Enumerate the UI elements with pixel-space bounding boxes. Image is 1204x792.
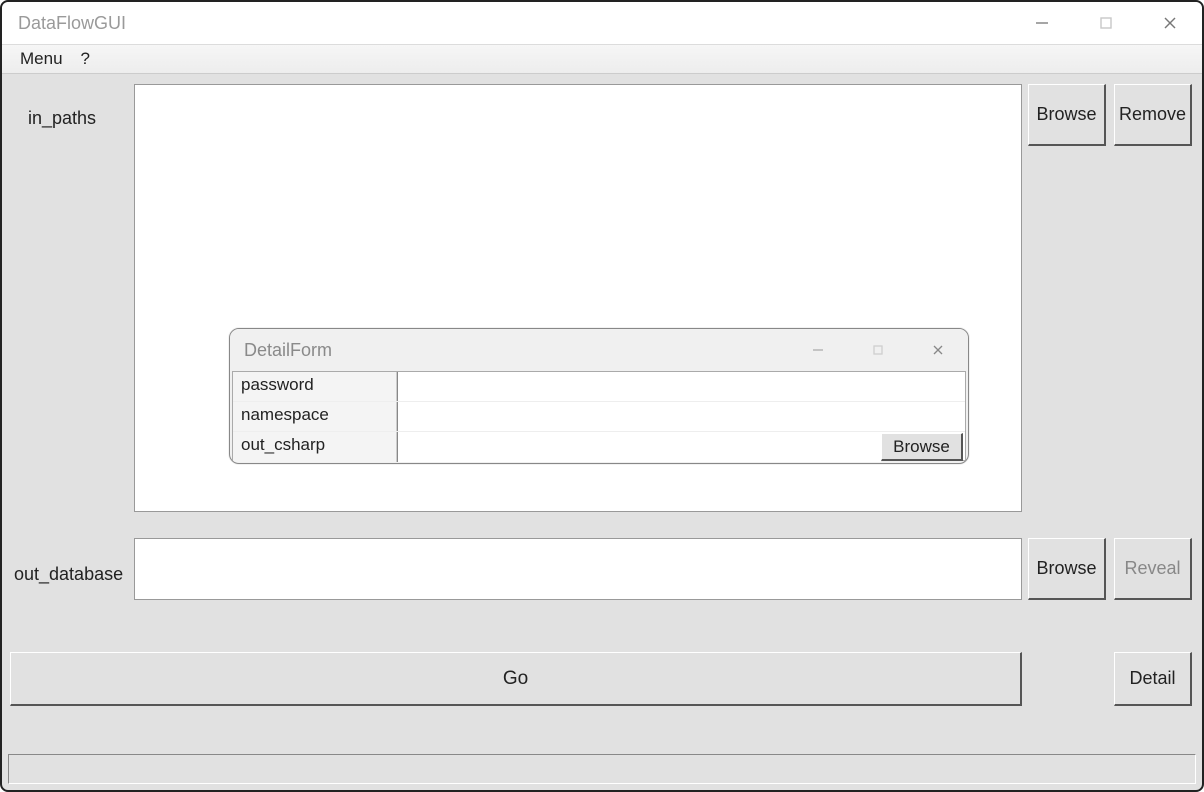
form-row-out-csharp: out_csharp Browse [233, 432, 965, 462]
dialog-close-button[interactable] [908, 329, 968, 371]
form-row-password: password [233, 372, 965, 402]
out-database-input[interactable] [134, 538, 1022, 600]
maximize-button[interactable] [1074, 2, 1138, 44]
minimize-icon [812, 344, 824, 356]
out-csharp-label: out_csharp [233, 432, 397, 462]
out-database-label: out_database [14, 564, 123, 585]
window-title: DataFlowGUI [18, 13, 126, 34]
out-csharp-browse-button[interactable]: Browse [881, 433, 963, 461]
password-input[interactable] [397, 372, 965, 401]
minimize-icon [1035, 16, 1049, 30]
out-csharp-cell: Browse [397, 432, 965, 462]
detail-button[interactable]: Detail [1114, 652, 1192, 706]
go-button[interactable]: Go [10, 652, 1022, 706]
menu-item-help[interactable]: ? [81, 49, 90, 69]
in-paths-label: in_paths [28, 108, 96, 129]
minimize-button[interactable] [1010, 2, 1074, 44]
dialog-title: DetailForm [244, 340, 332, 361]
out-csharp-input[interactable] [397, 432, 881, 462]
out-database-reveal-button[interactable]: Reveal [1114, 538, 1192, 600]
menubar: Menu ? [2, 44, 1202, 74]
titlebar: DataFlowGUI [2, 2, 1202, 44]
out-database-browse-button[interactable]: Browse [1028, 538, 1106, 600]
menu-item-menu[interactable]: Menu [20, 49, 63, 69]
in-paths-browse-button[interactable]: Browse [1028, 84, 1106, 146]
maximize-icon [872, 344, 884, 356]
password-label: password [233, 372, 397, 401]
dialog-window-controls [788, 329, 968, 371]
close-icon [932, 344, 944, 356]
dialog-minimize-button[interactable] [788, 329, 848, 371]
dialog-maximize-button[interactable] [848, 329, 908, 371]
namespace-label: namespace [233, 402, 397, 431]
close-icon [1163, 16, 1177, 30]
window-controls [1010, 2, 1202, 44]
in-paths-remove-button[interactable]: Remove [1114, 84, 1192, 146]
detail-form-dialog: DetailForm password namespace out_csharp [229, 328, 969, 464]
maximize-icon [1099, 16, 1113, 30]
dialog-body: password namespace out_csharp Browse [232, 371, 966, 461]
form-row-namespace: namespace [233, 402, 965, 432]
namespace-input[interactable] [397, 402, 965, 431]
status-bar [8, 754, 1196, 784]
close-button[interactable] [1138, 2, 1202, 44]
dialog-titlebar: DetailForm [230, 329, 968, 371]
